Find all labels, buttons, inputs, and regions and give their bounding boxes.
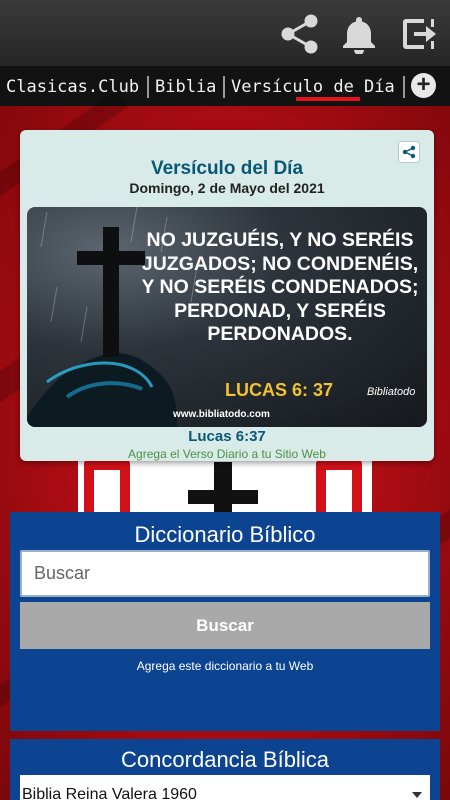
bell-icon[interactable] <box>336 12 382 56</box>
bible-dictionary-panel: Diccionario Bíblico Buscar Agrega este d… <box>10 512 440 731</box>
verse-image-reference: LUCAS 6: 37 <box>225 380 334 400</box>
share-icon[interactable] <box>276 12 324 56</box>
church-logo-arch <box>84 460 130 515</box>
verse-reference: Lucas 6:37 <box>188 428 266 445</box>
tab-bar: Clasicas.Club Biblia Versículo de Día <box>0 66 450 106</box>
chevron-down-icon <box>412 792 422 798</box>
tab-divider <box>147 76 149 98</box>
dictionary-search-button[interactable]: Buscar <box>20 602 430 649</box>
app-bar <box>0 0 450 66</box>
tab-divider <box>223 76 225 98</box>
church-logo-arch <box>316 460 362 515</box>
add-dictionary-link[interactable]: Agrega este diccionario a tu Web <box>10 659 440 673</box>
bible-version-selected: Biblia Reina Valera 1960 <box>22 786 197 800</box>
church-logo-cross <box>214 462 232 514</box>
verse-card-title: Versículo del Día <box>150 158 304 179</box>
verse-image: NO JUZGUÉIS, Y NO SERÉIS JUZGADOS; NO CO… <box>27 207 427 427</box>
concordance-title: Concordancia Bíblica <box>121 747 329 772</box>
verse-card-date: Domingo, 2 de Mayo del 2021 <box>129 180 325 196</box>
add-tab-button[interactable]: + <box>411 73 436 98</box>
verse-image-text: NO JUZGUÉIS, Y NO SERÉIS JUZGADOS; NO CO… <box>141 229 419 345</box>
tab-divider <box>403 76 405 98</box>
verse-image-url: www.bibliatodo.com <box>173 409 270 420</box>
tab-biblia[interactable]: Biblia <box>155 70 216 104</box>
share-icon[interactable] <box>398 141 420 163</box>
exit-icon[interactable] <box>396 12 442 56</box>
active-tab-indicator <box>296 97 360 101</box>
verse-of-the-day-card: Versículo del Día Domingo, 2 de Mayo del… <box>20 130 434 461</box>
add-verse-link[interactable]: Agrega el Verso Diario a tu Sitio Web <box>20 447 434 461</box>
dictionary-title: Diccionario Bíblico <box>134 522 316 547</box>
verse-image-brand: Bibliatodo <box>367 386 416 398</box>
church-logo-cross-bar <box>188 490 258 504</box>
bible-concordance-panel: Concordancia Bíblica Biblia Reina Valera… <box>10 739 440 800</box>
bible-version-select[interactable]: Biblia Reina Valera 1960 <box>20 775 430 800</box>
dictionary-search-input[interactable] <box>20 550 430 597</box>
